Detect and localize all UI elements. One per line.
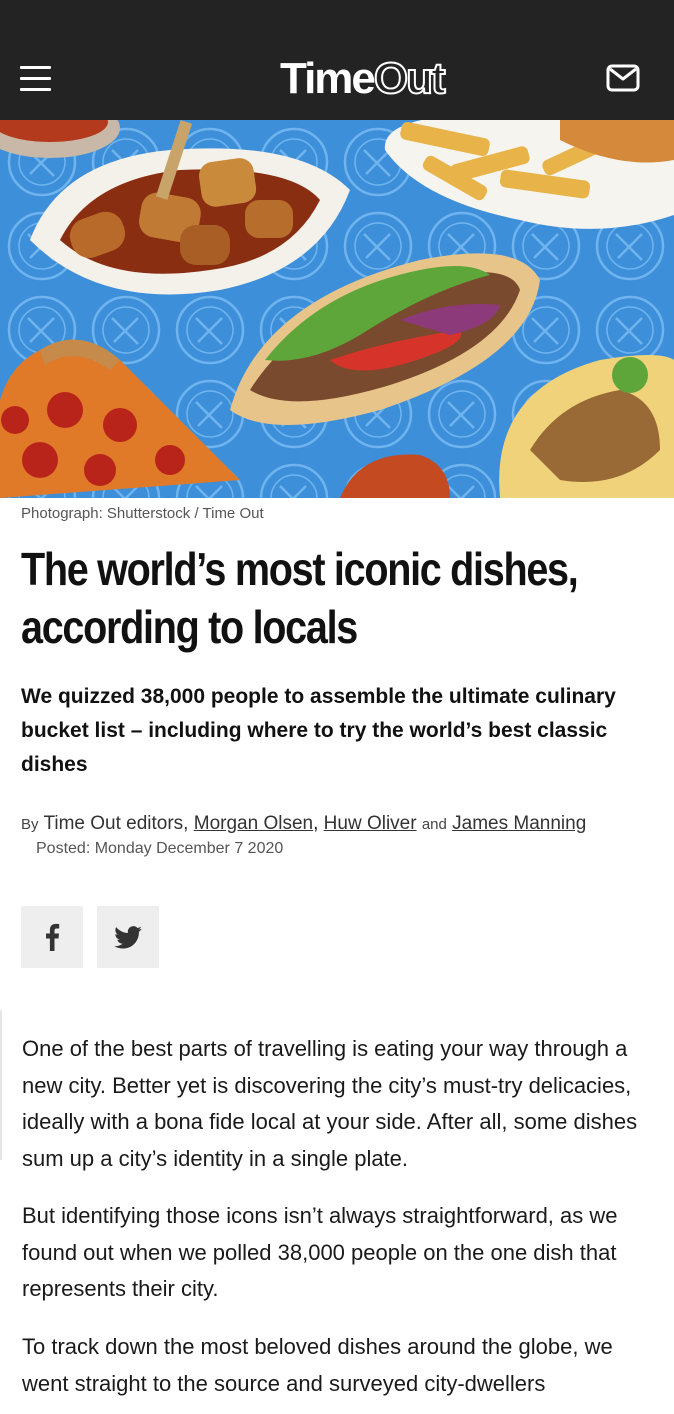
logo-time: Time	[280, 54, 376, 103]
body-paragraph-3: To track down the most beloved dishes ar…	[22, 1334, 613, 1396]
facebook-share-button[interactable]	[21, 906, 83, 968]
hamburger-menu-icon[interactable]	[20, 64, 52, 92]
byline-team: Time Out editors,	[43, 813, 189, 834]
food-collage-illustration	[0, 120, 674, 498]
twitter-share-button[interactable]	[97, 906, 159, 968]
hero-image	[0, 120, 674, 498]
author-link-huw-oliver[interactable]: Huw Oliver	[324, 813, 417, 834]
byline-by: By	[21, 816, 39, 833]
byline-comma: ,	[313, 813, 319, 834]
article-title: The world’s most iconic dishes, accordin…	[21, 543, 579, 653]
logo-out: Out	[373, 54, 447, 104]
twitter-icon	[114, 925, 142, 949]
byline-and: and	[421, 816, 447, 833]
paragraph-rule	[0, 1010, 2, 1160]
timeout-logo[interactable]: TimeOut	[280, 54, 447, 104]
facebook-icon	[46, 923, 60, 951]
top-navigation-bar: TimeOut	[0, 0, 674, 120]
body-paragraph-2: But identifying those icons isn’t always…	[22, 1203, 618, 1301]
author-link-morgan-olsen[interactable]: Morgan Olsen	[194, 813, 313, 834]
article-standfirst: We quizzed 38,000 people to assemble the…	[21, 685, 616, 776]
photo-caption: Photograph: Shutterstock / Time Out	[21, 505, 264, 522]
envelope-icon[interactable]	[606, 64, 640, 92]
byline: By Time Out editors, Morgan Olsen, Huw O…	[21, 811, 661, 838]
posted-date: Posted: Monday December 7 2020	[36, 840, 284, 857]
author-link-james-manning[interactable]: James Manning	[452, 813, 586, 834]
body-paragraph-1: One of the best parts of travelling is e…	[22, 1036, 638, 1171]
